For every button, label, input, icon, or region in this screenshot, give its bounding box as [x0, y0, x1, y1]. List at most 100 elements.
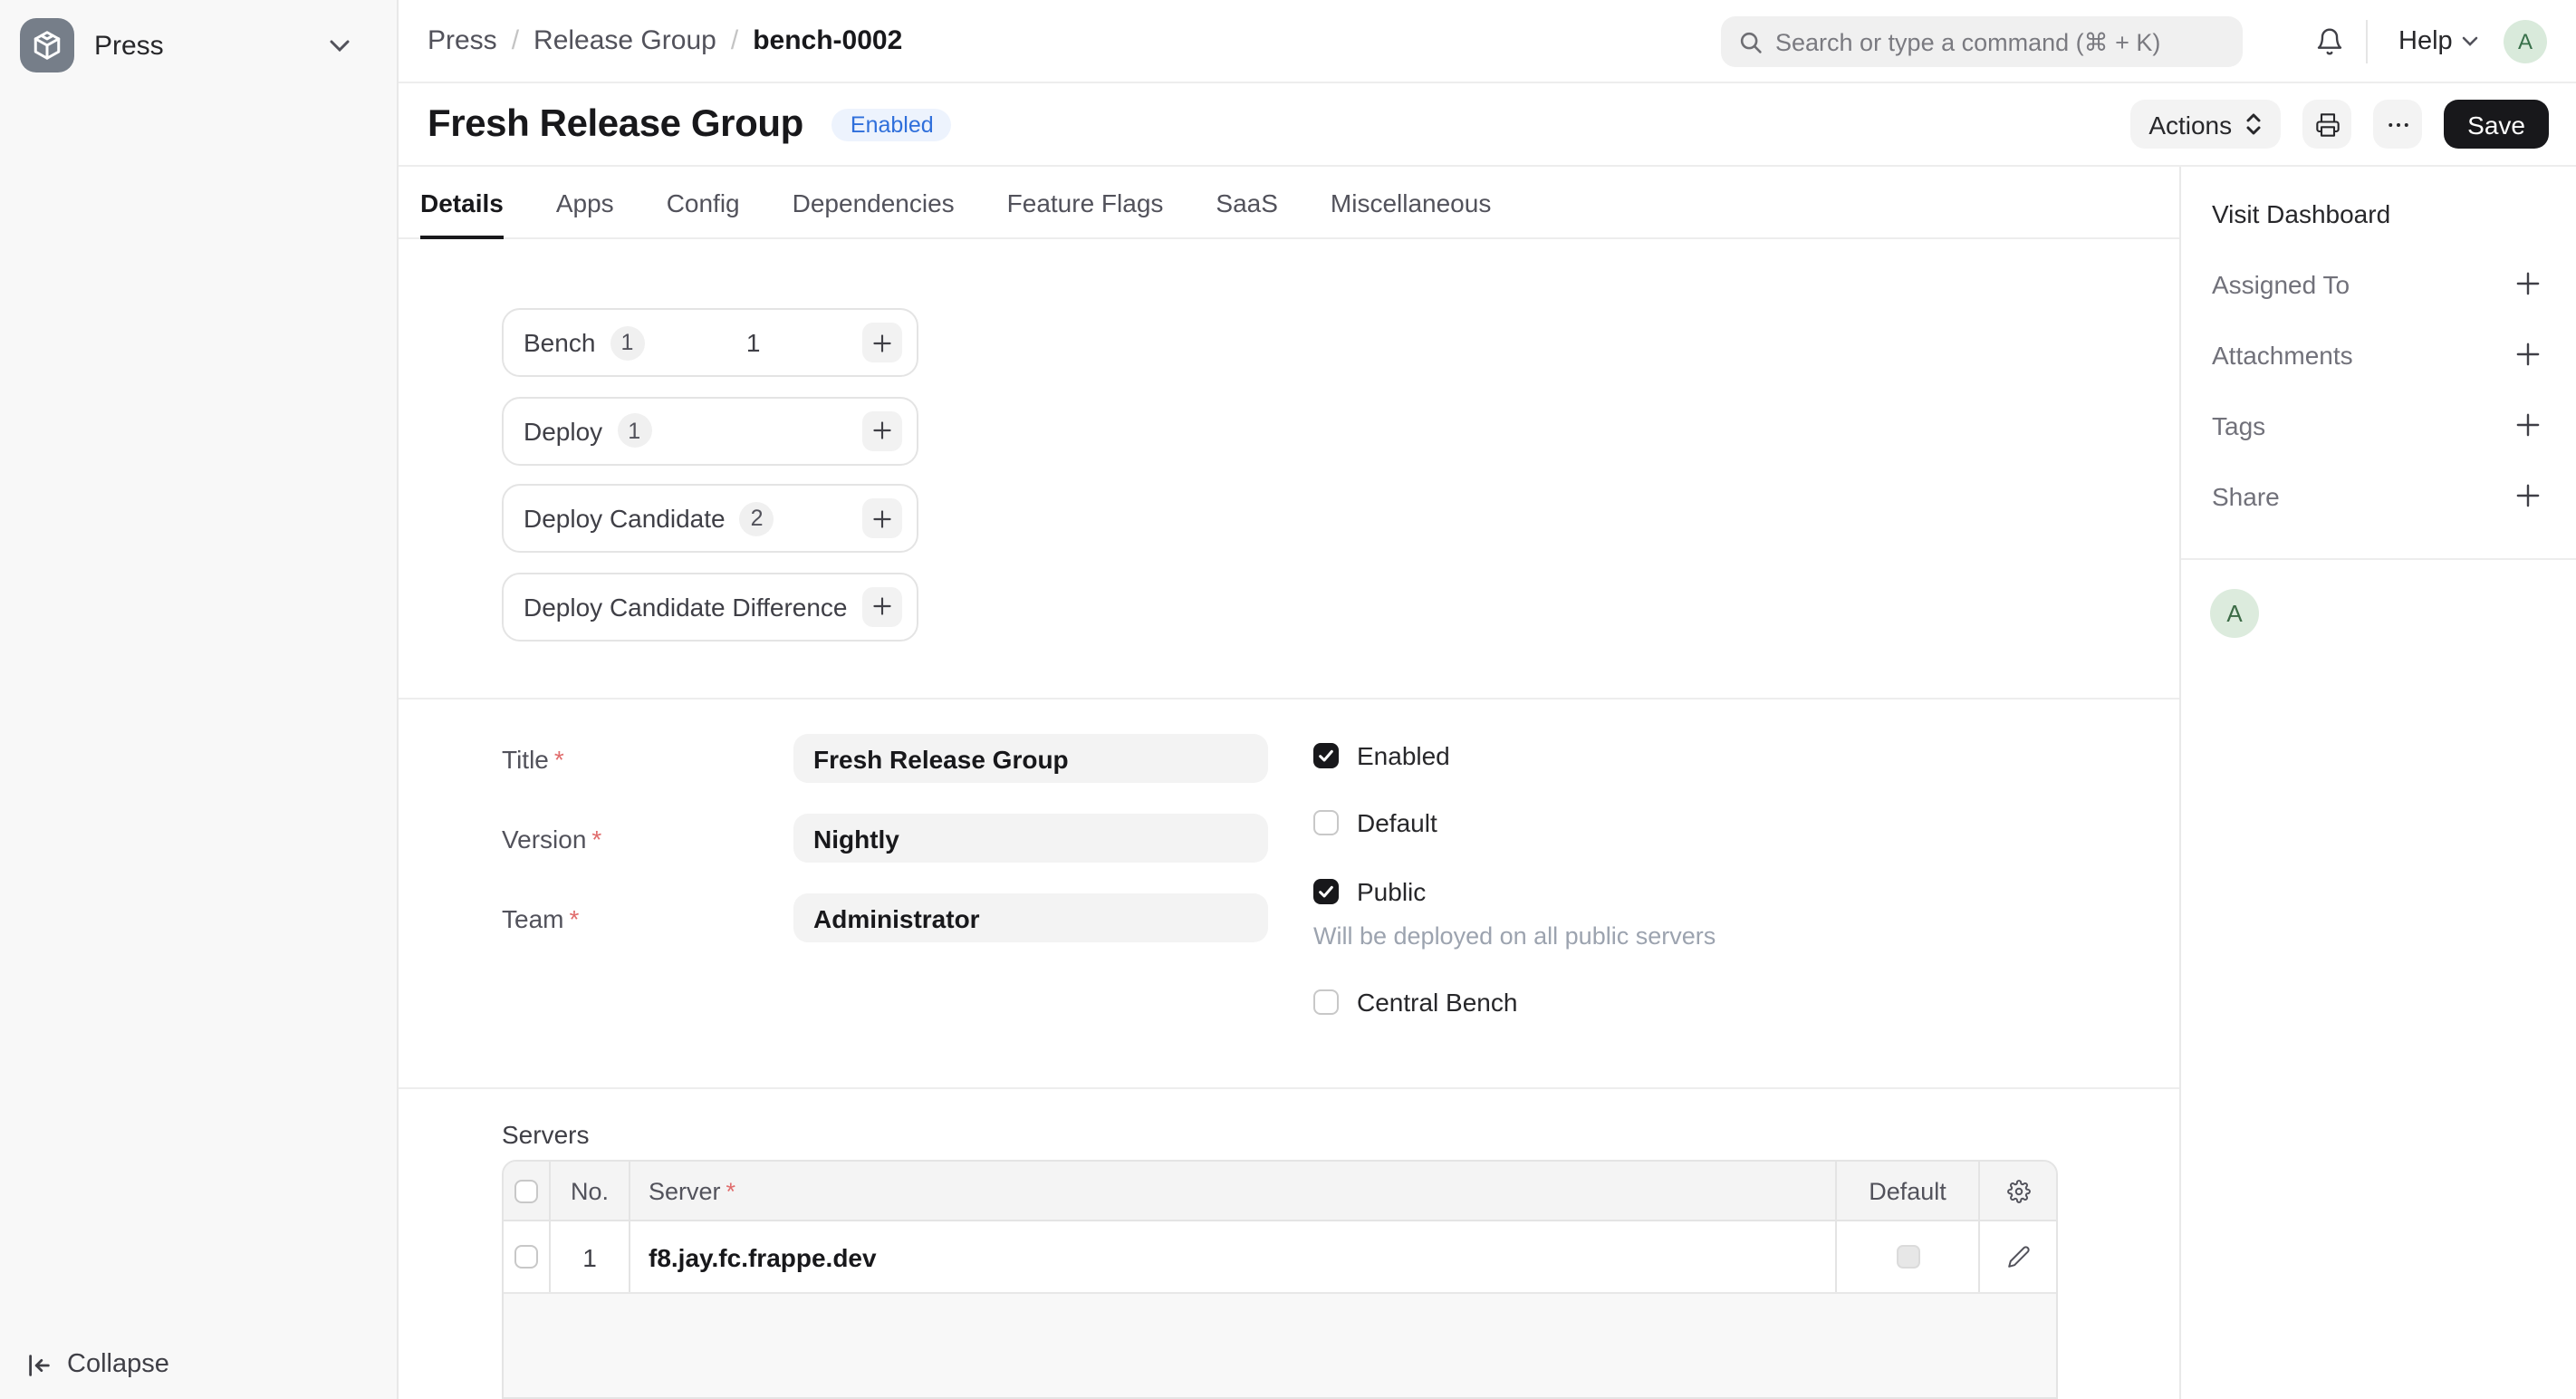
breadcrumb-release-group[interactable]: Release Group: [533, 25, 716, 56]
row-server-cell[interactable]: f8.jay.fc.frappe.dev: [630, 1221, 1837, 1292]
servers-table-header: No. Server* Default: [504, 1162, 2056, 1221]
details-tab-content: Bench 1 1 Deploy 1 Deploy Candidate 2: [399, 239, 2179, 1399]
section-label: Share: [2212, 481, 2280, 510]
tab-config[interactable]: Config: [667, 167, 740, 237]
viewer-avatar[interactable]: A: [2210, 589, 2259, 638]
ellipsis-icon: [2385, 111, 2410, 137]
title-field[interactable]: [793, 734, 1268, 783]
tab-bar: Details Apps Config Dependencies Feature…: [399, 167, 2179, 239]
count-badge: 1: [617, 413, 651, 448]
row-default-cell: [1837, 1221, 1980, 1292]
command-search[interactable]: [1721, 16, 2243, 67]
default-checkbox[interactable]: [1313, 809, 1339, 835]
form-fields: Title* Version* Team*: [502, 734, 1268, 942]
breadcrumb-press[interactable]: Press: [428, 25, 497, 56]
public-checkbox[interactable]: [1313, 878, 1339, 903]
add-bench-button[interactable]: [862, 323, 902, 362]
add-deploy-candidate-button[interactable]: [862, 498, 902, 538]
checkbox-enabled: Enabled: [1313, 741, 2092, 768]
required-marker: *: [591, 824, 601, 853]
actions-button[interactable]: Actions: [2130, 100, 2281, 149]
header-no-cell: No.: [551, 1162, 630, 1220]
tab-apps[interactable]: Apps: [556, 167, 614, 237]
header-default-cell: Default: [1837, 1162, 1980, 1220]
checkbox-public: Public: [1313, 877, 2092, 904]
tab-feature-flags[interactable]: Feature Flags: [1007, 167, 1164, 237]
central-bench-checkbox[interactable]: [1313, 989, 1339, 1014]
count-badge: 2: [740, 501, 774, 535]
add-deploy-candidate-difference-button[interactable]: [862, 586, 902, 626]
collapse-icon: [25, 1351, 53, 1378]
section-divider: [399, 1087, 2179, 1089]
user-avatar[interactable]: A: [2504, 20, 2547, 63]
public-help-text: Will be deployed on all public servers: [1313, 922, 2092, 950]
required-marker: *: [726, 1177, 736, 1204]
visit-dashboard-link[interactable]: Visit Dashboard: [2212, 199, 2390, 228]
app-window: Press Collapse Press / Release Group / b…: [0, 0, 2576, 1399]
version-field[interactable]: [793, 814, 1268, 863]
server-name: f8.jay.fc.frappe.dev: [649, 1242, 877, 1271]
page-title: Fresh Release Group: [428, 102, 803, 146]
add-share-button[interactable]: [2516, 484, 2540, 507]
collapse-sidebar-button[interactable]: Collapse: [25, 1350, 169, 1379]
required-marker: *: [569, 903, 579, 932]
link-card-deploy-candidate[interactable]: Deploy Candidate 2: [502, 484, 918, 553]
section-label: Attachments: [2212, 340, 2353, 369]
card-label: Bench: [524, 328, 595, 357]
actions-label: Actions: [2148, 110, 2232, 139]
tab-saas[interactable]: SaaS: [1216, 167, 1278, 237]
add-deploy-button[interactable]: [862, 410, 902, 450]
gear-icon[interactable]: [2006, 1179, 2030, 1202]
add-assignment-button[interactable]: [2516, 272, 2540, 295]
chevron-up-down-icon: [2244, 112, 2263, 136]
enabled-checkbox[interactable]: [1313, 742, 1339, 767]
side-panel-row-attachments: Attachments: [2212, 341, 2540, 368]
section-label: Tags: [2212, 410, 2265, 439]
page-head: Fresh Release Group Enabled Actions: [399, 83, 2576, 167]
card-value-link[interactable]: 1: [644, 328, 862, 357]
press-logo-icon: [20, 18, 74, 72]
tab-dependencies[interactable]: Dependencies: [793, 167, 955, 237]
tab-details[interactable]: Details: [420, 167, 504, 237]
link-card-deploy-candidate-difference[interactable]: Deploy Candidate Difference: [502, 572, 918, 641]
checkbox-label: Default: [1357, 807, 1437, 836]
chevron-down-icon: [330, 39, 350, 52]
help-label: Help: [2398, 26, 2453, 55]
breadcrumb-current: bench-0002: [753, 25, 902, 56]
link-card-bench[interactable]: Bench 1 1: [502, 308, 918, 377]
checkbox-label: Public: [1357, 876, 1426, 905]
side-panel-row-assigned-to: Assigned To: [2212, 270, 2540, 297]
printer-icon: [2314, 111, 2340, 137]
tab-miscellaneous[interactable]: Miscellaneous: [1331, 167, 1491, 237]
servers-table: No. Server* Default: [502, 1160, 2058, 1399]
checkbox-central-bench: Central Bench: [1313, 988, 2092, 1015]
add-tag-button[interactable]: [2516, 413, 2540, 437]
search-icon: [1739, 30, 1763, 53]
edit-pencil-icon[interactable]: [2006, 1245, 2030, 1269]
form-row-team: Team*: [502, 893, 1268, 942]
save-button[interactable]: Save: [2444, 100, 2549, 149]
add-attachment-button[interactable]: [2516, 343, 2540, 366]
row-checkbox[interactable]: [514, 1245, 538, 1269]
section-label: Assigned To: [2212, 269, 2350, 298]
app-switcher[interactable]: Press: [0, 0, 397, 72]
servers-table-footer: [504, 1294, 2056, 1399]
select-all-checkbox[interactable]: [514, 1179, 538, 1202]
app-switcher-label: Press: [94, 30, 164, 61]
side-panel-row-tags: Tags: [2212, 411, 2540, 439]
help-menu[interactable]: Help: [2398, 0, 2478, 82]
checkbox-group: Enabled Default Public Will be deployed …: [1313, 741, 2092, 1015]
form-row-title: Title*: [502, 734, 1268, 783]
more-options-button[interactable]: [2373, 100, 2422, 149]
form-row-version: Version*: [502, 814, 1268, 863]
print-button[interactable]: [2302, 100, 2351, 149]
link-card-deploy[interactable]: Deploy 1: [502, 396, 918, 465]
search-input[interactable]: [1775, 28, 2225, 55]
collapse-label: Collapse: [67, 1350, 169, 1379]
row-no-cell: 1: [551, 1221, 630, 1292]
default-disabled-checkbox[interactable]: [1896, 1245, 1919, 1269]
side-panel-divider: [2181, 558, 2576, 560]
team-field[interactable]: [793, 893, 1268, 942]
notifications-bell-icon[interactable]: [2315, 27, 2344, 56]
server-table-row: 1 f8.jay.fc.frappe.dev: [504, 1221, 2056, 1294]
